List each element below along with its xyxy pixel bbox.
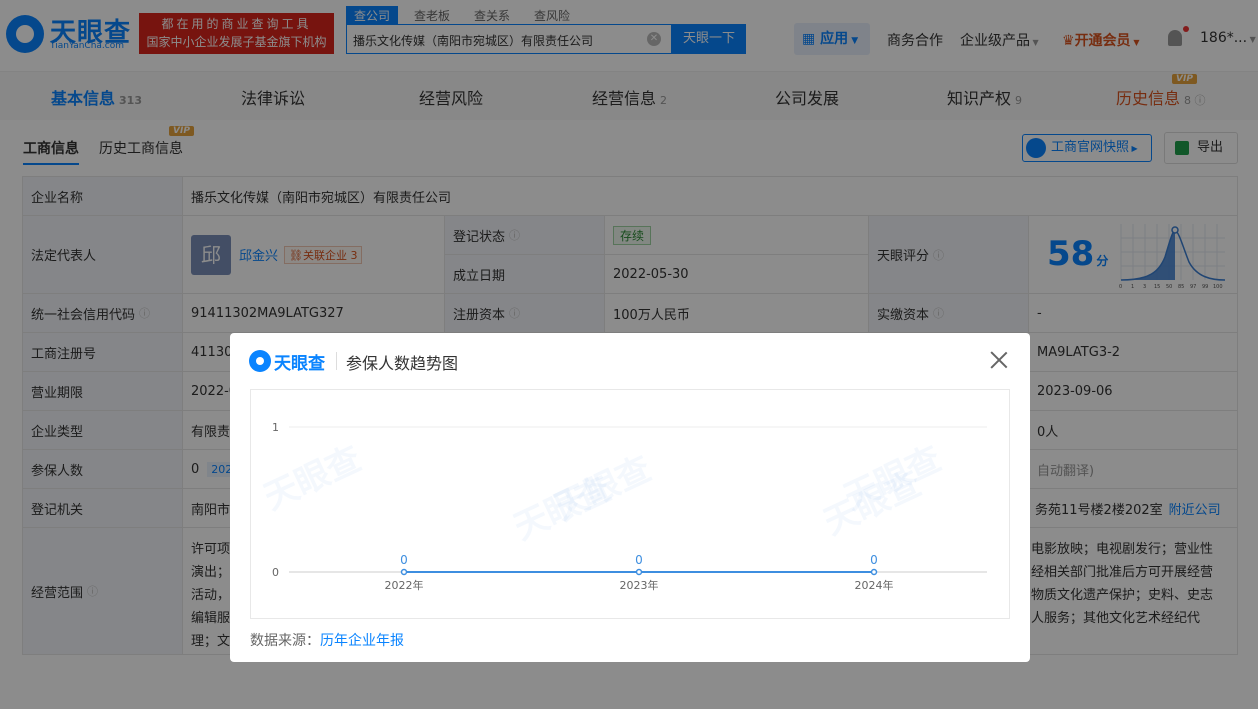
data-label: 0 [870, 553, 878, 567]
y-tick-label: 0 [272, 566, 279, 579]
chart-series: 0 0 0 [400, 553, 878, 576]
data-source-link[interactable]: 历年企业年报 [320, 633, 404, 649]
data-point [870, 568, 878, 576]
watermark-group: 天眼查 天眼查 天眼查天眼查 天眼查 [258, 439, 947, 548]
watermark-text: 天眼查 [258, 439, 367, 518]
insured-trend-modal: 天眼查 参保人数趋势图 天眼查 天眼查 天眼查 天眼查 天眼查 01 2022年 2023… [230, 333, 1030, 662]
data-point [400, 568, 408, 576]
y-tick-label: 1 [272, 421, 279, 434]
data-source-label: 数据来源： [250, 633, 320, 649]
x-tick-label: 2023年 [620, 578, 659, 592]
x-tick-label: 2024年 [855, 578, 894, 592]
x-tick-label: 2022年 [385, 578, 424, 592]
close-icon[interactable] [990, 351, 1008, 369]
data-source: 数据来源：历年企业年报 [250, 630, 404, 650]
modal-title-divider [336, 352, 337, 370]
insured-trend-chart: 天眼查 天眼查 天眼查天眼查 天眼查 01 2022年 2023年 2024年 000 [258, 421, 987, 592]
data-label: 0 [400, 553, 408, 567]
watermark-text: 天眼查 [508, 469, 617, 548]
data-point [635, 568, 643, 576]
data-label: 0 [635, 553, 643, 567]
chart-x-axis: 2022年 2023年 2024年 [385, 578, 894, 592]
chart-container: 天眼查 天眼查 天眼查 天眼查 天眼查 01 2022年 2023年 2024年 000 [250, 389, 1010, 619]
tianyancha-logo-icon [249, 350, 271, 372]
modal-brand: 天眼查 [274, 354, 325, 374]
modal-title: 参保人数趋势图 [346, 354, 459, 373]
